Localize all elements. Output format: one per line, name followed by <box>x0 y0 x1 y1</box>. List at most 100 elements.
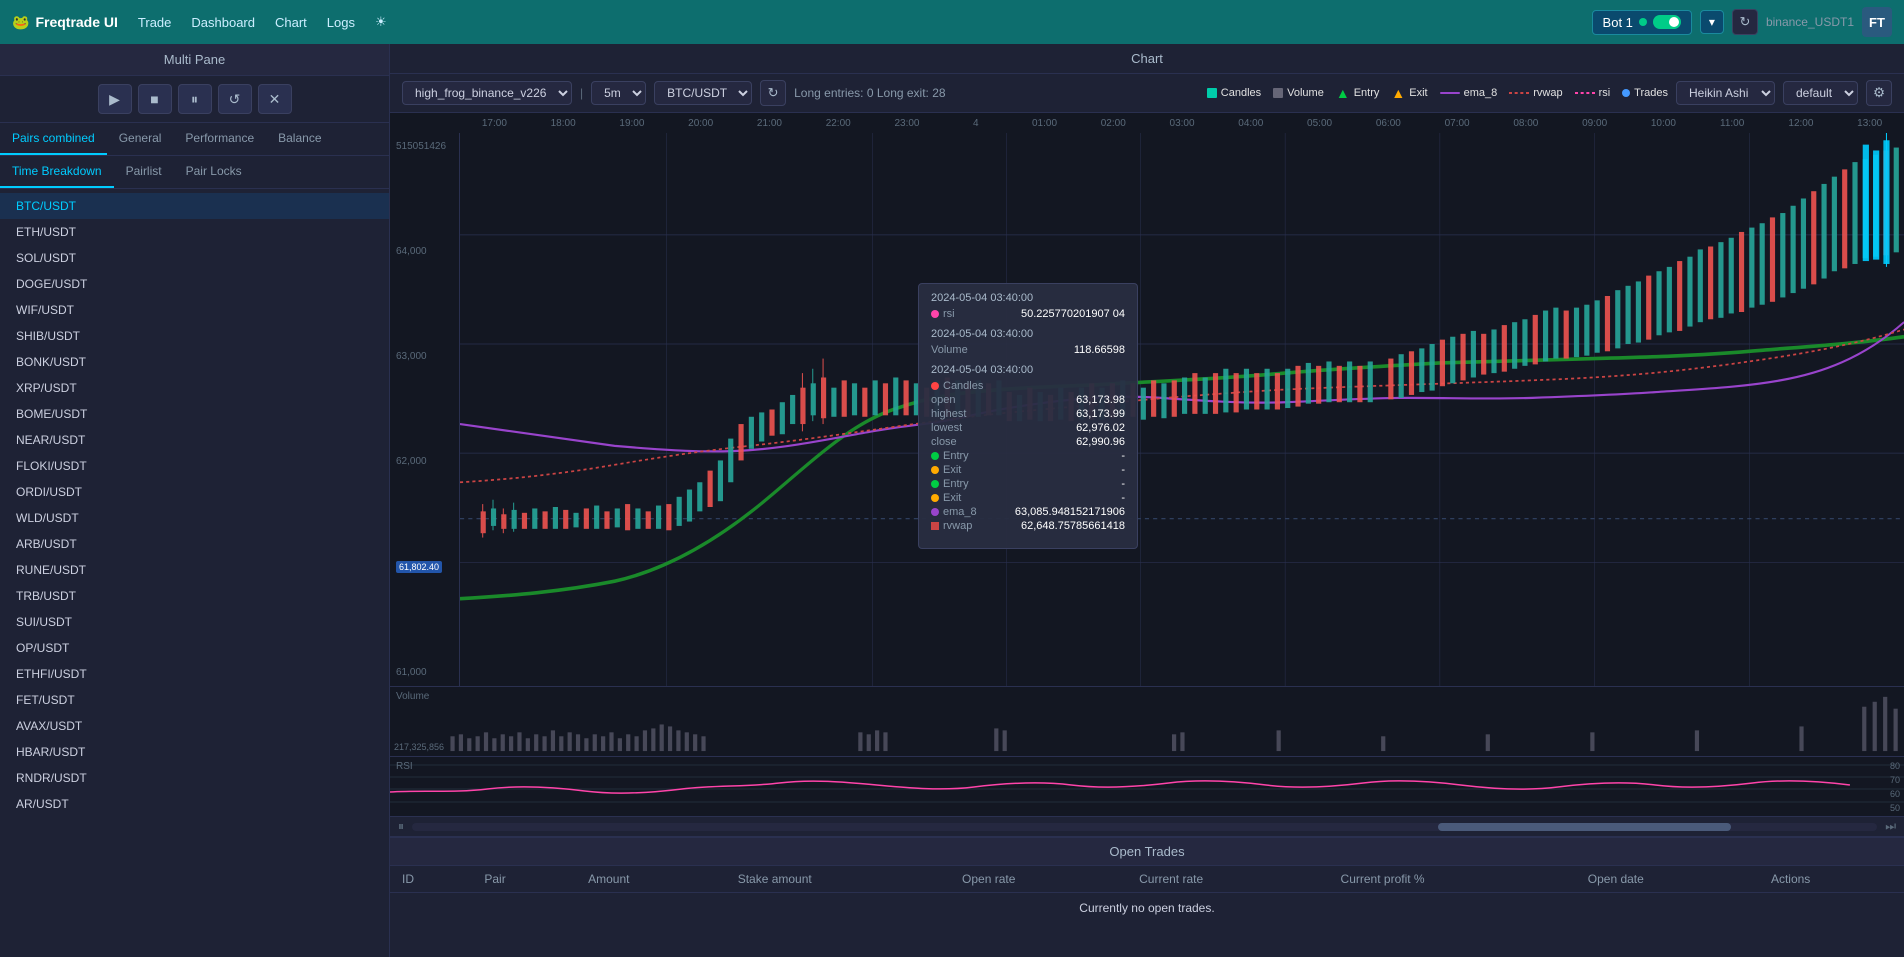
pair-item[interactable]: BOME/USDT <box>0 401 389 427</box>
tab-pairlist[interactable]: Pairlist <box>114 156 174 188</box>
volume-panel: Volume 217,325,856 <box>390 686 1904 756</box>
legend-ema8-label: ema_8 <box>1464 87 1498 99</box>
pair-item[interactable]: FET/USDT <box>0 687 389 713</box>
user-avatar[interactable]: FT <box>1862 7 1892 37</box>
chart-legend: Candles Volume ▲ Entry ▲ Exit <box>1207 85 1668 101</box>
pair-item[interactable]: BTC/USDT <box>0 193 389 219</box>
theme-toggle[interactable]: ☀ <box>375 14 387 30</box>
main-layout: Multi Pane ▶ ■ ⏸ ↺ ✕ Pairs combined Gene… <box>0 44 1904 957</box>
x-label-17: 10:00 <box>1629 118 1698 129</box>
chart-settings-btn[interactable]: ⚙ <box>1866 80 1892 106</box>
app-logo[interactable]: 🐸 Freqtrade UI <box>12 14 118 31</box>
legend-rvwap-label: rvwap <box>1533 87 1562 99</box>
tooltip-ts-2: 2024-05-04 03:40:00 <box>931 364 1125 376</box>
bot-toggle[interactable] <box>1653 15 1681 29</box>
pair-item[interactable]: SOL/USDT <box>0 245 389 271</box>
rsi-50: 50 <box>1890 803 1900 813</box>
stop-btn[interactable]: ■ <box>138 84 172 114</box>
rsi-80: 80 <box>1890 761 1900 771</box>
x-label-16: 09:00 <box>1560 118 1629 129</box>
nav-logs[interactable]: Logs <box>327 15 355 30</box>
tab-pair-locks[interactable]: Pair Locks <box>174 156 254 188</box>
app-name: Freqtrade UI <box>35 14 117 30</box>
legend-exit: ▲ Exit <box>1391 85 1427 101</box>
chart-container: Chart high_frog_binance_v226 | 5m BTC/US… <box>390 44 1904 837</box>
scroll-pause-btn[interactable]: ⏸ <box>398 819 404 834</box>
chart-refresh-btn[interactable]: ↻ <box>760 80 786 106</box>
pair-item[interactable]: WIF/USDT <box>0 297 389 323</box>
pair-item[interactable]: TRB/USDT <box>0 583 389 609</box>
pair-item[interactable]: HBAR/USDT <box>0 739 389 765</box>
bot-dropdown-btn[interactable]: ▾ <box>1700 10 1724 34</box>
tab-general[interactable]: General <box>107 123 174 155</box>
pair-item[interactable]: ORDI/USDT <box>0 479 389 505</box>
tab-balance[interactable]: Balance <box>266 123 333 155</box>
tooltip-lowest-value: 62,976.02 <box>1076 422 1125 434</box>
pause-btn[interactable]: ⏸ <box>178 84 212 114</box>
pair-item[interactable]: WLD/USDT <box>0 505 389 531</box>
volume-panel-label: Volume <box>396 691 429 702</box>
account-label: binance_USDT1 <box>1766 15 1854 29</box>
pair-item[interactable]: ETH/USDT <box>0 219 389 245</box>
logo-icon: 🐸 <box>12 14 29 31</box>
y-label-2: 63,000 <box>396 351 453 362</box>
chart-plot-area[interactable]: 2024-05-04 03:40:00 rsi 50.225770201907 … <box>460 133 1904 686</box>
pair-item[interactable]: ETHFI/USDT <box>0 661 389 687</box>
ema8-dot <box>931 508 939 516</box>
bot-selector[interactable]: Bot 1 <box>1592 10 1692 35</box>
pair-item[interactable]: AVAX/USDT <box>0 713 389 739</box>
nav-trade[interactable]: Trade <box>138 15 171 30</box>
col-id: ID <box>390 866 472 893</box>
tab-pairs-combined[interactable]: Pairs combined <box>0 123 107 155</box>
scrollbar-thumb[interactable] <box>1438 823 1731 831</box>
tooltip-entry1-value: - <box>1121 450 1125 462</box>
reload-btn[interactable]: ↺ <box>218 84 252 114</box>
pair-item[interactable]: RUNE/USDT <box>0 557 389 583</box>
legend-trades: Trades <box>1622 87 1668 99</box>
pair-item[interactable]: AR/USDT <box>0 791 389 817</box>
pair-item[interactable]: DOGE/USDT <box>0 271 389 297</box>
pair-item[interactable]: SHIB/USDT <box>0 323 389 349</box>
tooltip-rsi-label: rsi <box>931 308 955 320</box>
sidebar: Multi Pane ▶ ■ ⏸ ↺ ✕ Pairs combined Gene… <box>0 44 390 957</box>
tooltip-close-label: close <box>931 436 957 448</box>
x-label-0: 17:00 <box>460 118 529 129</box>
pair-item[interactable]: FLOKI/USDT <box>0 453 389 479</box>
pair-item[interactable]: XRP/USDT <box>0 375 389 401</box>
pair-item[interactable]: NEAR/USDT <box>0 427 389 453</box>
rsi-dot <box>931 310 939 318</box>
pair-item[interactable]: OP/USDT <box>0 635 389 661</box>
tab-time-breakdown[interactable]: Time Breakdown <box>0 156 114 188</box>
nav-dashboard[interactable]: Dashboard <box>191 15 255 30</box>
scrollbar-track[interactable] <box>412 823 1877 831</box>
topnav-refresh-btn[interactable]: ↻ <box>1732 9 1758 35</box>
pair-select[interactable]: BTC/USDT <box>654 81 752 105</box>
rsi-svg <box>390 757 1904 817</box>
pair-item[interactable]: SUI/USDT <box>0 609 389 635</box>
tooltip-volume-row: Volume 118.66598 <box>931 344 1125 356</box>
chart-type-select[interactable]: Heikin Ashi <box>1676 81 1775 105</box>
scroll-end-btn[interactable]: ⏭ <box>1885 819 1896 834</box>
x-label-2: 19:00 <box>598 118 667 129</box>
tooltip-rvwap-value: 62,648.75785661418 <box>1021 520 1125 532</box>
close-pane-btn[interactable]: ✕ <box>258 84 292 114</box>
tab-performance[interactable]: Performance <box>173 123 266 155</box>
strategy-select[interactable]: high_frog_binance_v226 <box>402 81 572 105</box>
pair-item[interactable]: RNDR/USDT <box>0 765 389 791</box>
chart-x-axis: 17:00 18:00 19:00 20:00 21:00 22:00 23:0… <box>390 113 1904 133</box>
x-label-3: 20:00 <box>666 118 735 129</box>
chart-style-select[interactable]: default <box>1783 81 1858 105</box>
nav-chart[interactable]: Chart <box>275 15 307 30</box>
play-btn[interactable]: ▶ <box>98 84 132 114</box>
tooltip-open-label: open <box>931 394 955 406</box>
x-label-11: 04:00 <box>1216 118 1285 129</box>
legend-trades-icon <box>1622 89 1630 97</box>
legend-exit-icon: ▲ <box>1391 85 1405 101</box>
x-label-5: 22:00 <box>804 118 873 129</box>
chart-scrollbar: ⏸ ⏭ <box>390 816 1904 836</box>
interval-select[interactable]: 5m <box>591 81 646 105</box>
pair-item[interactable]: ARB/USDT <box>0 531 389 557</box>
pair-item[interactable]: BONK/USDT <box>0 349 389 375</box>
x-label-19: 12:00 <box>1767 118 1836 129</box>
tooltip-ema8-value: 63,085.948152171906 <box>1015 506 1125 518</box>
